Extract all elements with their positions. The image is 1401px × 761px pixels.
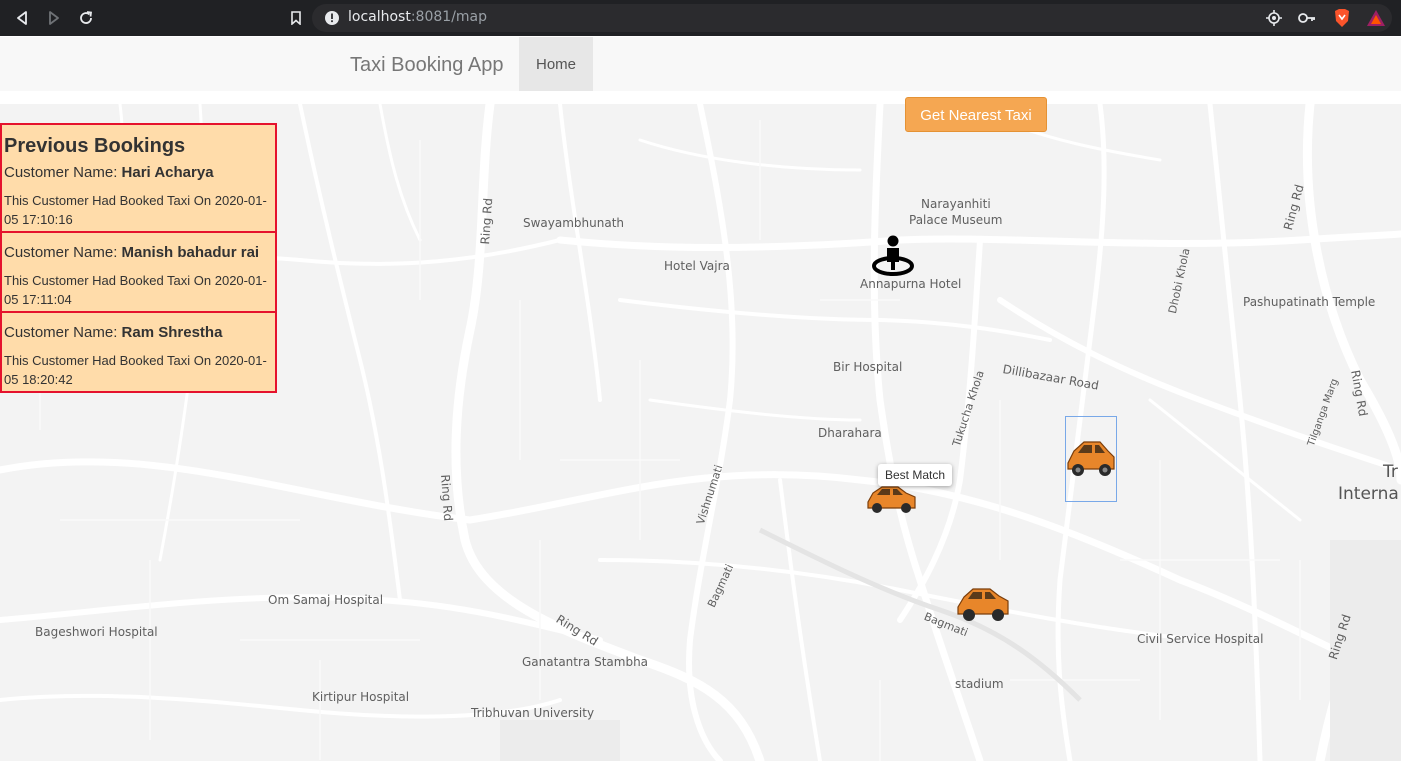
- booking-card: Customer Name: Manish bahadur rai This C…: [2, 233, 275, 313]
- map-label-bir-hospital: Bir Hospital: [833, 360, 903, 374]
- map-label-pashupatinath: Pashupatinath Temple: [1243, 295, 1376, 309]
- map-label-tribhuvan-intl-2: Interna: [1338, 484, 1399, 504]
- map-label-swayambhunath: Swayambhunath: [523, 216, 625, 230]
- key-icon[interactable]: [1298, 10, 1316, 30]
- customer-name: Hari Acharya: [121, 164, 214, 181]
- url-host: localhost: [348, 9, 411, 25]
- app-navbar: [0, 37, 1401, 91]
- map-label-dharahara: Dharahara: [818, 426, 882, 440]
- map-label-palace-museum: Palace Museum: [909, 213, 1003, 227]
- customer-label: Customer Name:: [4, 324, 118, 341]
- booking-card: Customer Name: Ram Shrestha This Custome…: [2, 313, 275, 391]
- customer-name-line: Customer Name: Ram Shrestha: [4, 313, 271, 342]
- map-label-hotel-vajra: Hotel Vajra: [664, 259, 730, 273]
- map-label-tribhuvan-intl-1: Tr: [1383, 462, 1398, 482]
- customer-name-line: Customer Name: Manish bahadur rai: [4, 233, 271, 262]
- taxi-marker-icon[interactable]: [1064, 437, 1118, 485]
- map-label-narayanhiti: Narayanhiti: [921, 197, 991, 211]
- customer-name: Ram Shrestha: [121, 324, 223, 341]
- best-match-tooltip: Best Match: [878, 464, 953, 486]
- customer-label: Customer Name:: [4, 244, 118, 261]
- url-path: :8081/map: [410, 9, 488, 25]
- map-label-tribhuvan-university: Tribhuvan University: [471, 706, 595, 720]
- nav-home[interactable]: Home: [519, 37, 593, 92]
- brave-shield-icon[interactable]: [1333, 8, 1351, 32]
- map-label-ganatantra-stambha: Ganatantra Stambha: [522, 655, 649, 669]
- customer-name-line: Customer Name: Hari Acharya: [4, 157, 271, 182]
- reload-icon[interactable]: [76, 8, 96, 28]
- booking-text: This Customer Had Booked Taxi On 2020-01…: [4, 273, 267, 307]
- customer-name: Manish bahadur rai: [121, 244, 260, 261]
- booking-text: This Customer Had Booked Taxi On 2020-01…: [4, 193, 267, 227]
- booking-text: This Customer Had Booked Taxi On 2020-01…: [4, 353, 267, 387]
- map-label-stadium: stadium: [955, 677, 1004, 691]
- map-label-om-samaj-hospital: Om Samaj Hospital: [268, 593, 384, 607]
- url-text[interactable]: localhost:8081/map: [348, 9, 487, 25]
- brave-rewards-icon[interactable]: [1366, 9, 1386, 31]
- location-icon[interactable]: [1266, 10, 1282, 30]
- forward-icon[interactable]: [44, 8, 64, 28]
- bookmark-icon[interactable]: [286, 8, 306, 28]
- customer-label: Customer Name:: [4, 164, 118, 181]
- back-icon[interactable]: [12, 8, 32, 28]
- app-brand[interactable]: Taxi Booking App: [350, 54, 503, 77]
- taxi-marker-icon[interactable]: [955, 583, 1011, 629]
- bookings-title: Previous Bookings: [4, 135, 186, 157]
- previous-bookings-panel: Previous Bookings Customer Name: Hari Ac…: [0, 123, 277, 393]
- user-location-icon[interactable]: [871, 234, 917, 282]
- browser-toolbar: localhost:8081/map: [0, 0, 1401, 36]
- map-label-civil-service-hospital: Civil Service Hospital: [1137, 632, 1264, 646]
- map-label-bageshwori-hospital: Bageshwori Hospital: [35, 625, 158, 639]
- taxi-best-match-icon[interactable]: [865, 480, 919, 520]
- info-icon[interactable]: [324, 10, 340, 30]
- navbar-spacer: [0, 91, 1401, 104]
- map-label-kirtipur-hospital: Kirtipur Hospital: [312, 690, 410, 704]
- get-nearest-taxi-button[interactable]: Get Nearest Taxi: [905, 97, 1047, 132]
- booking-card: Previous Bookings Customer Name: Hari Ac…: [2, 125, 275, 233]
